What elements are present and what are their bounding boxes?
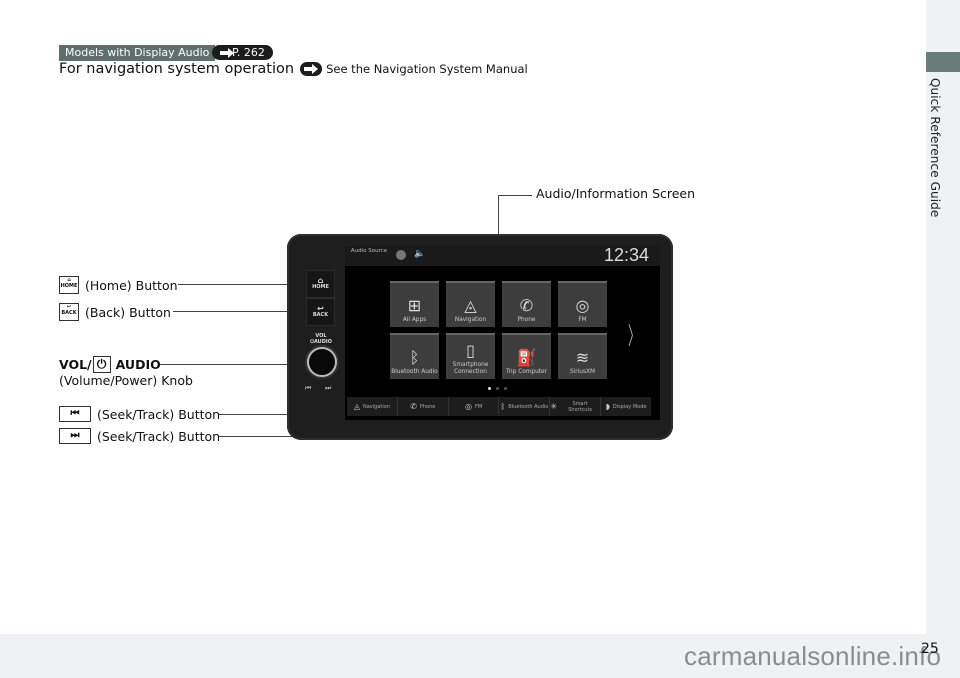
tile-bluetooth-audio[interactable]: ᛒ Bluetooth Audio	[390, 333, 439, 379]
shortcut-label: FM	[474, 403, 483, 410]
tile-siriusxm[interactable]: ≋ SiriusXM	[558, 333, 607, 379]
seek-back-button[interactable]: ⏮	[305, 384, 311, 393]
tile-label: Trip Computer	[505, 368, 548, 375]
tile-label: All Apps	[402, 316, 427, 323]
tile-label: Phone	[517, 316, 536, 323]
callout-back: ↩ BACK (Back) Button	[59, 303, 171, 321]
tile-all-apps[interactable]: ⊞ All Apps	[390, 281, 439, 327]
shortcut-label: Display Mode	[612, 403, 647, 410]
section-tab-marker	[926, 52, 960, 72]
navigation-note: For navigation system operation See the …	[59, 61, 528, 77]
tile-label: FM	[578, 316, 587, 323]
shortcut-bar: ◬ Navigation ✆ Phone ◎ FM ᛒ Bluetooth Audio …	[347, 397, 651, 416]
tile-fm[interactable]: ◎ FM	[558, 281, 607, 327]
page-dot	[496, 387, 499, 390]
callout-knob-vol: VOL/	[59, 357, 92, 372]
volume-knob-label: VOL ⏻AUDIO	[309, 333, 332, 345]
audio-label: AUDIO	[313, 339, 332, 345]
tile-label: Smartphone Connection	[452, 362, 489, 375]
shortcut-phone[interactable]: ✆ Phone	[398, 397, 449, 416]
arrow-right-icon	[300, 62, 323, 76]
seek-forward-icon: ⏭	[59, 428, 91, 444]
callout-seek-prev: ⏮ (Seek/Track) Button	[59, 406, 220, 422]
callout-screen: Audio/Information Screen	[536, 186, 696, 201]
source-icon	[396, 250, 406, 260]
back-button-label: BACK	[312, 312, 329, 318]
speaker-icon: 🔈	[414, 249, 426, 259]
models-badge: Models with Display Audio	[59, 45, 216, 61]
compass-icon: ◬	[464, 295, 477, 315]
power-icon: ⏻	[92, 356, 111, 373]
seek-forward-button[interactable]: ⏭	[325, 384, 331, 393]
display-mode-icon: ◗	[605, 401, 610, 411]
callout-back-text: (Back) Button	[85, 304, 171, 320]
section-title: Quick Reference Guide	[928, 78, 958, 278]
tile-smartphone-connection[interactable]: ▯ Smartphone Connection	[446, 333, 495, 379]
callout-home: ⌂ HOME (Home) Button	[59, 276, 178, 294]
tile-label: Navigation	[454, 316, 487, 323]
tile-phone[interactable]: ✆ Phone	[502, 281, 551, 327]
shortcut-fm[interactable]: ◎ FM	[449, 397, 500, 416]
navigation-manual-reference[interactable]: See the Navigation System Manual	[326, 62, 528, 76]
page-number: 25	[921, 641, 939, 657]
bluetooth-icon: ᛒ	[409, 347, 420, 367]
page-dot	[504, 387, 507, 390]
callout-knob-title: VOL/ ⏻ AUDIO	[59, 356, 161, 373]
tile-label: Bluetooth Audio	[391, 368, 438, 375]
seek-back-icon: ⏮	[59, 406, 91, 422]
shortcut-label: Phone	[419, 403, 436, 410]
radio-icon: ◎	[464, 401, 472, 411]
home-icon: ⌂ HOME	[59, 276, 79, 294]
shortcut-smart-shortcuts[interactable]: ✳ Smart Shortcuts	[550, 397, 602, 416]
smartphone-icon: ▯	[466, 341, 475, 360]
phone-icon: ✆	[519, 295, 534, 315]
grid-icon: ⊞	[407, 295, 422, 315]
audio-source-button[interactable]: Audio Source	[349, 248, 389, 254]
compass-icon: ◬	[353, 401, 360, 411]
radio-icon: ◎	[575, 295, 590, 315]
shortcut-display-mode[interactable]: ◗ Display Mode	[601, 397, 651, 416]
phone-icon: ✆	[410, 401, 417, 411]
shortcut-label: Bluetooth Audio	[508, 403, 549, 410]
tile-navigation[interactable]: ◬ Navigation	[446, 281, 495, 327]
bluetooth-icon: ᛒ	[500, 401, 506, 411]
navigation-note-text: For navigation system operation	[59, 61, 295, 77]
page-reference-link[interactable]: P. 262	[212, 45, 273, 60]
sparkle-icon: ✳	[550, 401, 558, 411]
siriusxm-icon: ≋	[575, 347, 590, 367]
page-reference-text: P. 262	[232, 46, 265, 59]
arrow-right-icon	[216, 45, 234, 60]
callout-knob-audio: AUDIO	[115, 357, 161, 372]
tile-label: SiriusXM	[570, 368, 595, 375]
shortcut-navigation[interactable]: ◬ Navigation	[347, 397, 398, 416]
clock: 12:34	[604, 245, 650, 265]
callout-seek-next-text: (Seek/Track) Button	[97, 428, 221, 444]
back-icon: ↩ BACK	[59, 303, 79, 321]
callout-line-screen-h	[498, 195, 532, 196]
callout-seek-prev-text: (Seek/Track) Button	[97, 406, 221, 422]
watermark: carmanualsonline.info	[684, 641, 942, 671]
fuel-pump-icon: ⛽	[516, 347, 537, 367]
callout-line-knob	[158, 364, 308, 365]
next-page-chevron[interactable]: 〉	[628, 316, 640, 351]
volume-power-knob[interactable]	[307, 347, 337, 377]
callout-seek-next: ⏭ (Seek/Track) Button	[59, 428, 220, 444]
page-dot-active	[488, 387, 491, 390]
shortcut-label: Navigation	[363, 403, 390, 410]
callout-knob-sub: (Volume/Power) Knob	[59, 373, 193, 388]
shortcut-bluetooth-audio[interactable]: ᛒ Bluetooth Audio	[499, 397, 551, 416]
section-title-text: Quick Reference Guide	[928, 78, 942, 218]
callout-home-text: (Home) Button	[85, 277, 178, 293]
tile-trip-computer[interactable]: ⛽ Trip Computer	[502, 333, 551, 379]
shortcut-label: Smart Shortcuts	[568, 400, 593, 413]
home-button[interactable]: ⌂ HOME	[306, 270, 335, 298]
back-button[interactable]: ↩ BACK	[306, 298, 335, 326]
home-button-label: HOME	[312, 284, 329, 290]
